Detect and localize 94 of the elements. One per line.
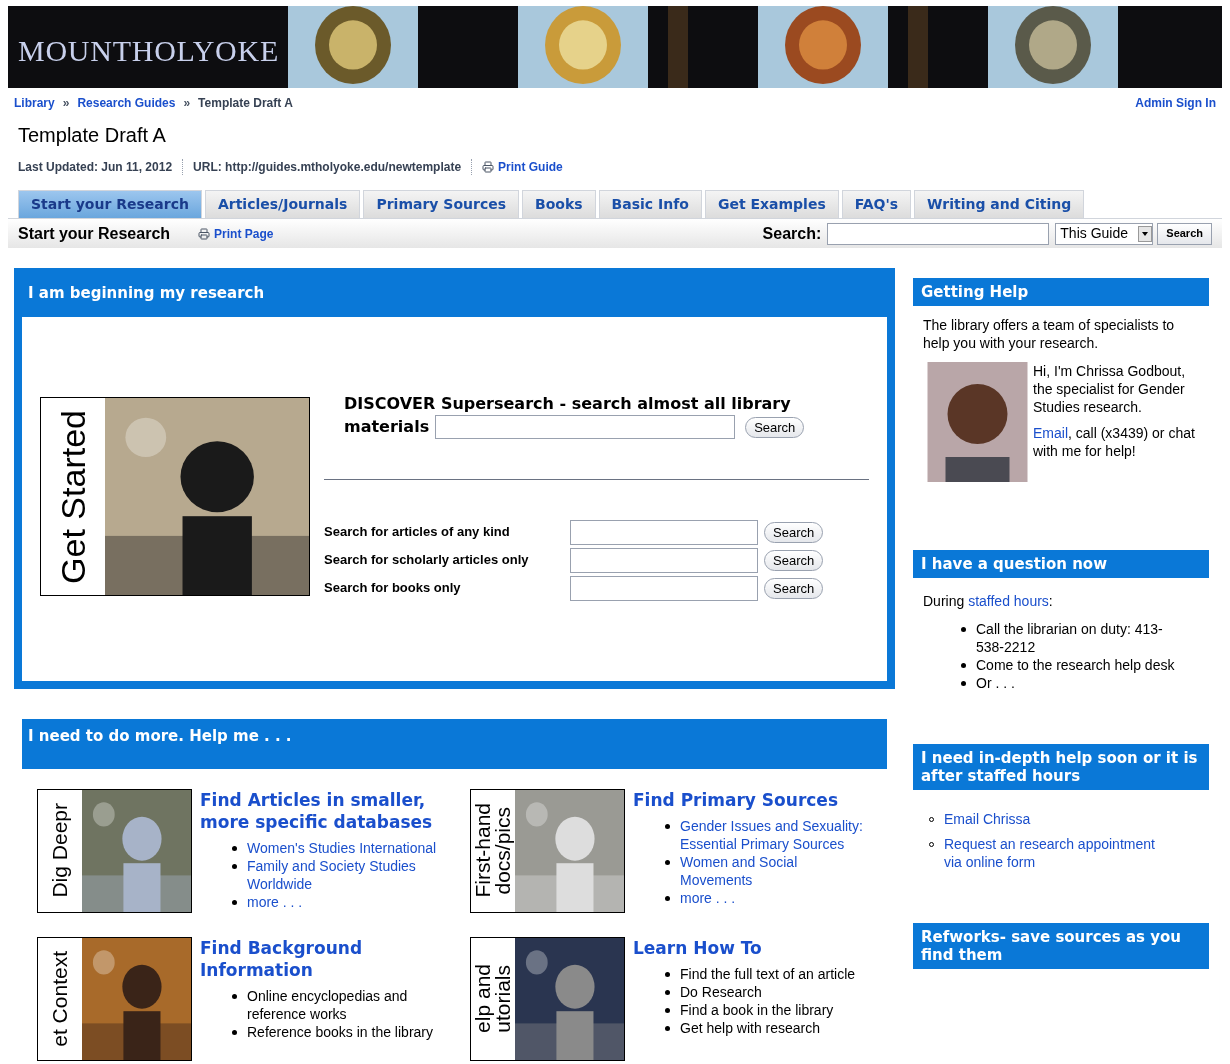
- breadcrumb-link[interactable]: Research Guides: [77, 94, 176, 112]
- discover-search-field[interactable]: [435, 414, 736, 439]
- bio-text: Hi, I'm Chrissa Godbout, the specialist for Gender Studies research.: [1033, 362, 1187, 416]
- bullet-icon: [665, 971, 670, 977]
- search-button[interactable]: Search: [745, 416, 805, 438]
- printer-icon: [198, 227, 211, 240]
- bullet-icon: [232, 845, 237, 851]
- page-title: Template Draft A: [17, 123, 167, 148]
- email-link[interactable]: Email: [1033, 425, 1068, 441]
- resource-link[interactable]: more . . .: [247, 892, 437, 911]
- search-button[interactable]: Search: [764, 549, 824, 571]
- bullet-icon: [232, 863, 237, 869]
- tile-label: utorials: [493, 964, 513, 1033]
- tab[interactable]: Books: [522, 190, 596, 218]
- intro-text: The library offers a team of specialists to help you with your research.: [922, 316, 1176, 352]
- staffed-hours-link[interactable]: staffed hours: [968, 593, 1049, 609]
- bullet-icon: [665, 859, 670, 865]
- search-option-label: Search for scholarly articles only: [324, 551, 530, 570]
- resource-link[interactable]: Gender Issues and Sexuality: Essential Primary Sources: [680, 816, 870, 853]
- help-link[interactable]: Request an research appointment via online form: [944, 835, 1174, 871]
- list-item: Or . . .: [976, 674, 1016, 692]
- search-button[interactable]: Search: [764, 577, 824, 599]
- logo[interactable]: MOUNTHOLYOKE: [18, 28, 279, 73]
- search-field[interactable]: [570, 519, 758, 545]
- print-page-link[interactable]: Print Page: [214, 224, 274, 243]
- search-button[interactable]: Search: [1157, 222, 1212, 245]
- card-title[interactable]: Find Background Information: [200, 936, 450, 981]
- box-title: I have a question now: [913, 550, 1209, 578]
- printer-icon: [482, 161, 495, 173]
- breadcrumb-separator: »: [183, 95, 191, 112]
- help-link[interactable]: Email Chrissa: [944, 810, 1174, 828]
- tab[interactable]: FAQ's: [841, 190, 912, 218]
- list-item: Come to the research help desk: [976, 656, 1176, 674]
- box-title: Getting Help: [913, 278, 1209, 306]
- resource-link[interactable]: Women's Studies International: [247, 838, 437, 857]
- tab[interactable]: Primary Sources: [363, 190, 520, 218]
- search-field[interactable]: [570, 547, 758, 573]
- tab[interactable]: Articles/Journals: [204, 190, 361, 218]
- bullet-icon: [665, 1025, 670, 1031]
- scope-value: This Guide: [1060, 224, 1128, 243]
- bullet-icon: [665, 1007, 670, 1013]
- tile-label: Dig Deepr: [50, 803, 70, 898]
- bullet-icon: [665, 895, 670, 901]
- tile-label: et Context: [50, 950, 70, 1047]
- tile-label: docs/pics: [493, 806, 513, 895]
- tile-label: elp and: [473, 964, 493, 1033]
- box-title: I need in-depth help soon or it is after staffed hours: [913, 744, 1209, 790]
- more-help-banner: I need to do more. Help me . . .: [22, 718, 887, 769]
- box-title: Refworks- save sources as you find them: [913, 923, 1209, 969]
- tab[interactable]: Get Examples: [704, 190, 839, 218]
- breadcrumb-separator: »: [62, 95, 70, 112]
- contact-text: Email, call (x3439) or chat with me for help!: [1033, 424, 1196, 460]
- tab[interactable]: Start your Research: [18, 190, 202, 218]
- tab[interactable]: Writing and Citing: [914, 190, 1085, 218]
- search-option-label: Search for books only: [324, 579, 462, 598]
- list-item: Get help with research: [680, 1018, 822, 1037]
- bullet-icon: [232, 1029, 237, 1035]
- tile-label: First-hand: [473, 803, 493, 898]
- discover-label: materials: [344, 415, 430, 438]
- bullet-icon: [232, 899, 237, 905]
- card-title[interactable]: Find Primary Sources: [633, 788, 883, 811]
- resource-link[interactable]: more . . .: [680, 888, 870, 907]
- tile-label: Get Started: [53, 409, 93, 584]
- search-field[interactable]: [827, 222, 1050, 245]
- breadcrumb-link[interactable]: Template Draft A: [198, 94, 293, 112]
- bullet-icon: [961, 627, 966, 632]
- panel-title: I am beginning my research: [22, 276, 887, 317]
- admin-sign-in-link[interactable]: Admin Sign In: [1135, 94, 1216, 112]
- search-button[interactable]: Search: [764, 521, 824, 543]
- breadcrumb-link[interactable]: Library: [14, 94, 55, 112]
- section-title: Start your Research: [18, 223, 171, 244]
- bullet-icon: [961, 681, 966, 686]
- card-title[interactable]: Find Articles in smaller, more specific databases: [200, 788, 450, 833]
- last-updated: Last Updated: Jun 11, 2012: [18, 159, 173, 176]
- guide-url: URL: http://guides.mtholyoke.edu/newtemplate: [193, 159, 462, 176]
- bullet-icon: [665, 823, 670, 829]
- list-item: Reference books in the library: [247, 1022, 434, 1041]
- list-item: Do Research: [680, 982, 763, 1001]
- search-label: Search:: [762, 223, 822, 244]
- list-item: Call the librarian on duty: 413-538-2212: [976, 620, 1164, 656]
- list-item: Find a book in the library: [680, 1000, 835, 1019]
- bullet-icon: [665, 989, 670, 995]
- list-item: Online encyclopedias and reference works: [247, 986, 409, 1023]
- bullet-icon: [232, 993, 237, 999]
- card-title[interactable]: Learn How To: [633, 936, 883, 959]
- print-guide-link[interactable]: Print Guide: [498, 158, 563, 176]
- list-item: Find the full text of an article: [680, 964, 857, 983]
- search-option-label: Search for articles of any kind: [324, 523, 511, 542]
- search-field[interactable]: [570, 575, 758, 601]
- scope-select[interactable]: This Guide: [1055, 222, 1154, 245]
- discover-label: DISCOVER Supersearch - search almost all library: [344, 392, 791, 415]
- staffed-hours-text: During staffed hours:: [922, 592, 1054, 610]
- tab[interactable]: Basic Info: [598, 190, 702, 218]
- bullet-icon: [961, 663, 966, 668]
